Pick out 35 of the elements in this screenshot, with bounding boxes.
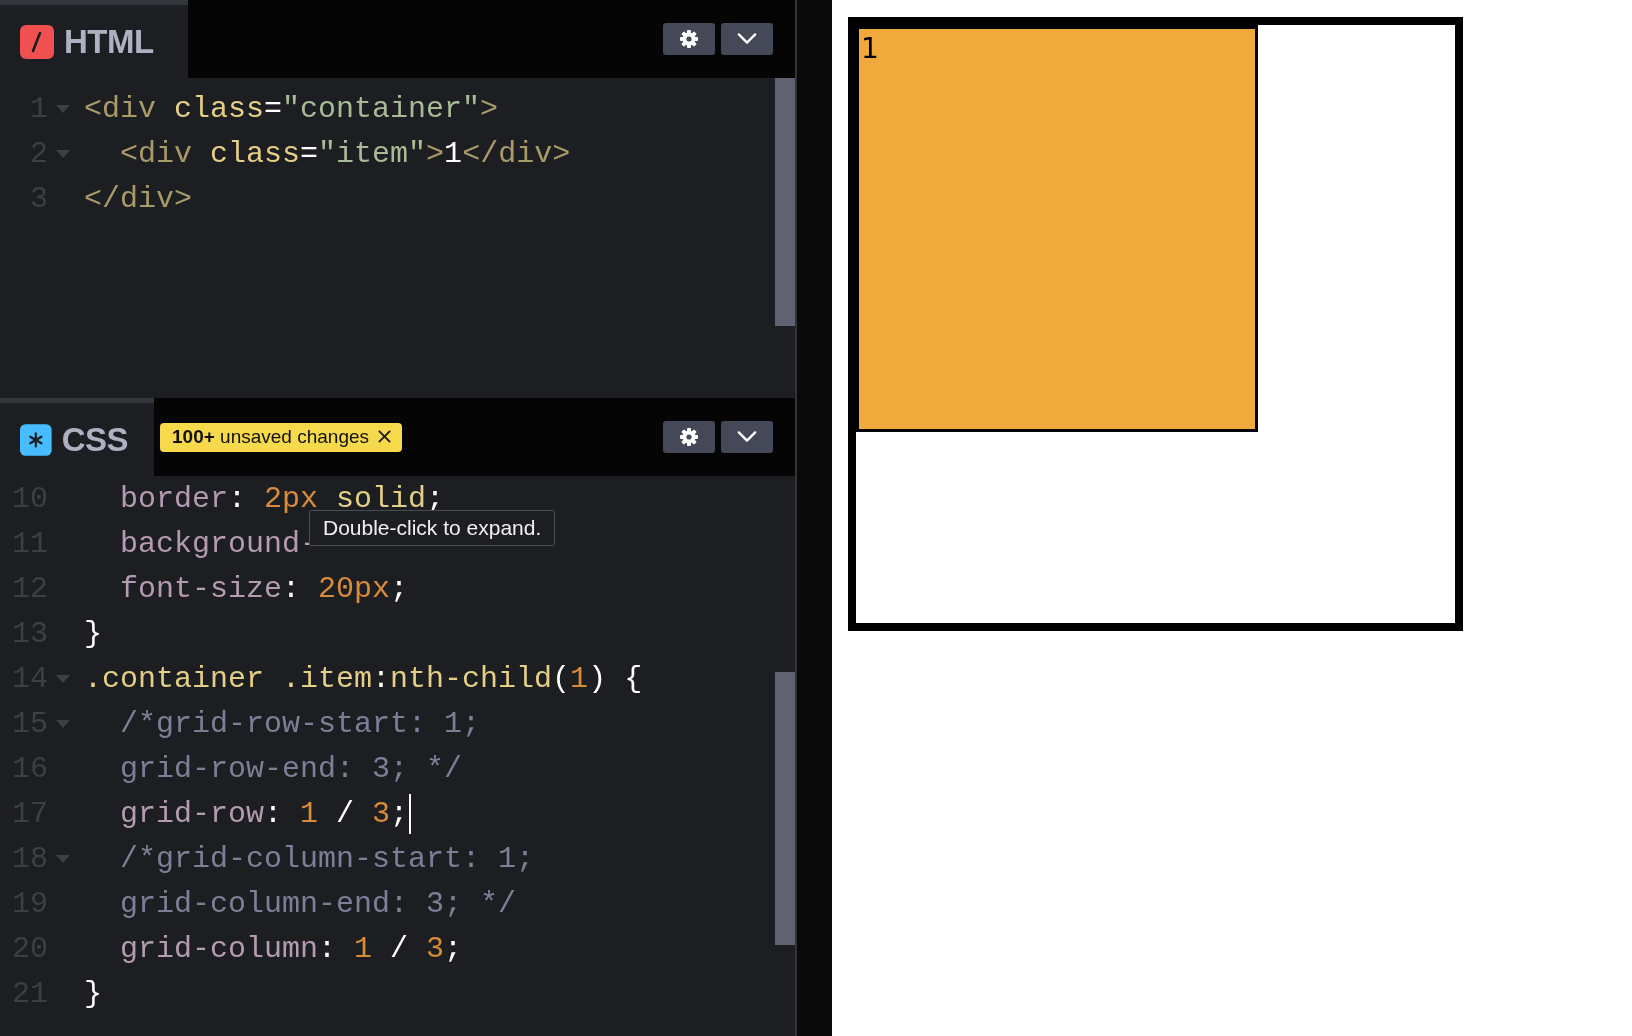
code-line: <div class="item">1</div> bbox=[119, 136, 571, 171]
fold-arrow-icon[interactable] bbox=[56, 719, 70, 728]
code-line: .container .item:nth-child(1) { bbox=[84, 661, 643, 696]
code-line: grid-column-end: 3; */ bbox=[119, 886, 517, 921]
item-label: 1 bbox=[860, 32, 879, 65]
code-line: /*grid-column-start: 1; bbox=[119, 841, 535, 876]
code-line: font-size: 20px; bbox=[119, 571, 409, 606]
fold-arrow-icon[interactable] bbox=[56, 854, 70, 863]
collapse-button[interactable] bbox=[721, 23, 773, 55]
fold-arrow-icon[interactable] bbox=[56, 149, 70, 158]
code-line: </div> bbox=[84, 181, 193, 216]
code-line: grid-column: 1 / 3; bbox=[119, 931, 463, 966]
code-line: grid-row: 1 / 3; bbox=[119, 796, 409, 831]
settings-icon bbox=[679, 427, 699, 447]
collapse-button[interactable] bbox=[721, 421, 773, 453]
asterisk-icon bbox=[20, 422, 52, 457]
close-icon[interactable] bbox=[377, 429, 393, 444]
code-line: /*grid-row-start: 1; bbox=[119, 706, 481, 741]
editor-tab[interactable]: CSS bbox=[0, 398, 154, 476]
settings-button[interactable] bbox=[663, 421, 715, 453]
fold-arrow-icon[interactable] bbox=[56, 104, 70, 113]
unsaved-changes-badge[interactable]: 100+ unsaved changes bbox=[160, 422, 403, 452]
settings-button[interactable] bbox=[663, 23, 715, 55]
tooltip: Double-click to expand. bbox=[309, 510, 556, 546]
editor-tab[interactable]: HTML bbox=[0, 0, 188, 78]
code-line: } bbox=[84, 976, 102, 1011]
code-line: } bbox=[84, 616, 102, 651]
code-line: <div class="container"> bbox=[84, 91, 499, 126]
slash-icon bbox=[20, 24, 54, 59]
code-line: grid-row-end: 3; */ bbox=[119, 751, 463, 786]
resize-handle[interactable] bbox=[797, 0, 832, 1036]
scrollbar-thumb[interactable] bbox=[775, 672, 795, 945]
settings-icon bbox=[679, 29, 699, 49]
fold-arrow-icon[interactable] bbox=[56, 674, 70, 683]
scrollbar-thumb[interactable] bbox=[775, 78, 795, 326]
